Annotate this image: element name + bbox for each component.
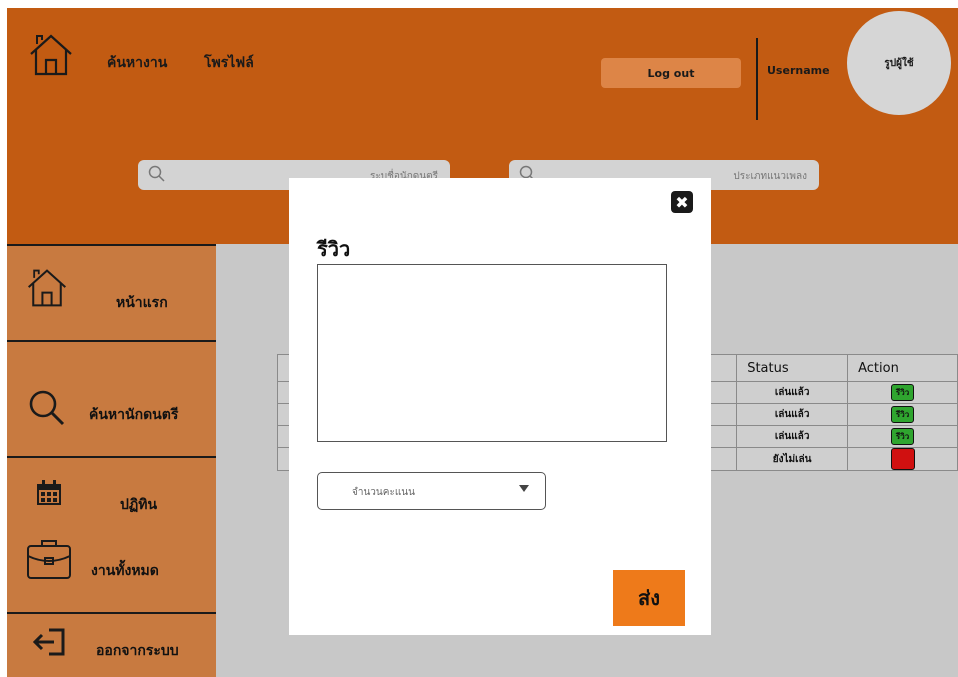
review-button[interactable]: รีวิว: [890, 428, 915, 445]
column-header-status: Status: [736, 354, 849, 382]
sidebar-item-home[interactable]: หน้าแรก: [7, 246, 216, 340]
username-label: Username: [767, 64, 830, 77]
sidebar-item-label: งานทั้งหมด: [91, 563, 159, 579]
status-cell: ยังไม่เล่น: [736, 447, 849, 471]
home-icon: [27, 269, 67, 307]
action-cell: รีวิว: [847, 381, 958, 404]
sidebar-item-label: หน้าแรก: [116, 295, 168, 311]
review-textarea[interactable]: [317, 264, 667, 442]
action-cell: รีวิว: [847, 425, 958, 448]
search-placeholder: ประเภทแนวเพลง: [733, 171, 807, 182]
sidebar-item-label: ออกจากระบบ: [96, 643, 179, 659]
score-placeholder: จำนวนคะแนน: [352, 487, 415, 498]
submit-button[interactable]: ส่ง: [613, 570, 685, 626]
logout-icon: [33, 628, 65, 656]
calendar-icon: [37, 480, 61, 505]
status-cell: เล่นแล้ว: [736, 403, 849, 426]
close-icon[interactable]: ✖: [671, 191, 693, 213]
chevron-down-icon: [519, 485, 529, 492]
logout-button[interactable]: Log out: [601, 58, 741, 88]
sidebar-item-label: ค้นหานักดนตรี: [89, 407, 179, 423]
action-cell: [847, 447, 958, 471]
action-cell: รีวิว: [847, 403, 958, 426]
nav-profile[interactable]: โพรไฟล์: [204, 52, 254, 74]
home-icon[interactable]: [27, 32, 75, 78]
column-header-action: Action: [847, 354, 958, 382]
avatar[interactable]: รูปผู้ใช้: [847, 11, 951, 115]
sidebar: หน้าแรก ค้นหานักดนตรี ปฏิทิน งานทั้งหมด …: [7, 244, 216, 677]
sidebar-item-label: ปฏิทิน: [120, 497, 158, 513]
briefcase-icon: [27, 540, 71, 579]
app-frame: ค้นหางาน โพรไฟล์ Log out Username รูปผู้…: [7, 8, 958, 677]
modal-title: รีวิว: [317, 237, 351, 261]
not-played-badge[interactable]: [890, 448, 915, 470]
sidebar-item-calendar[interactable]: ปฏิทิน: [7, 458, 216, 534]
search-icon: [29, 390, 65, 426]
sidebar-item-logout[interactable]: ออกจากระบบ: [7, 614, 216, 677]
score-dropdown[interactable]: จำนวนคะแนน: [317, 472, 546, 510]
sidebar-item-search-musician[interactable]: ค้นหานักดนตรี: [7, 342, 216, 456]
search-icon: [148, 165, 165, 182]
status-cell: เล่นแล้ว: [736, 381, 849, 404]
review-modal: ✖ รีวิว จำนวนคะแนน ส่ง: [289, 178, 711, 635]
nav-search-jobs[interactable]: ค้นหางาน: [107, 52, 167, 74]
review-button[interactable]: รีวิว: [890, 406, 915, 423]
sidebar-item-all-jobs[interactable]: งานทั้งหมด: [7, 534, 216, 612]
status-cell: เล่นแล้ว: [736, 425, 849, 448]
review-button[interactable]: รีวิว: [890, 384, 915, 401]
header-divider: [756, 38, 758, 120]
